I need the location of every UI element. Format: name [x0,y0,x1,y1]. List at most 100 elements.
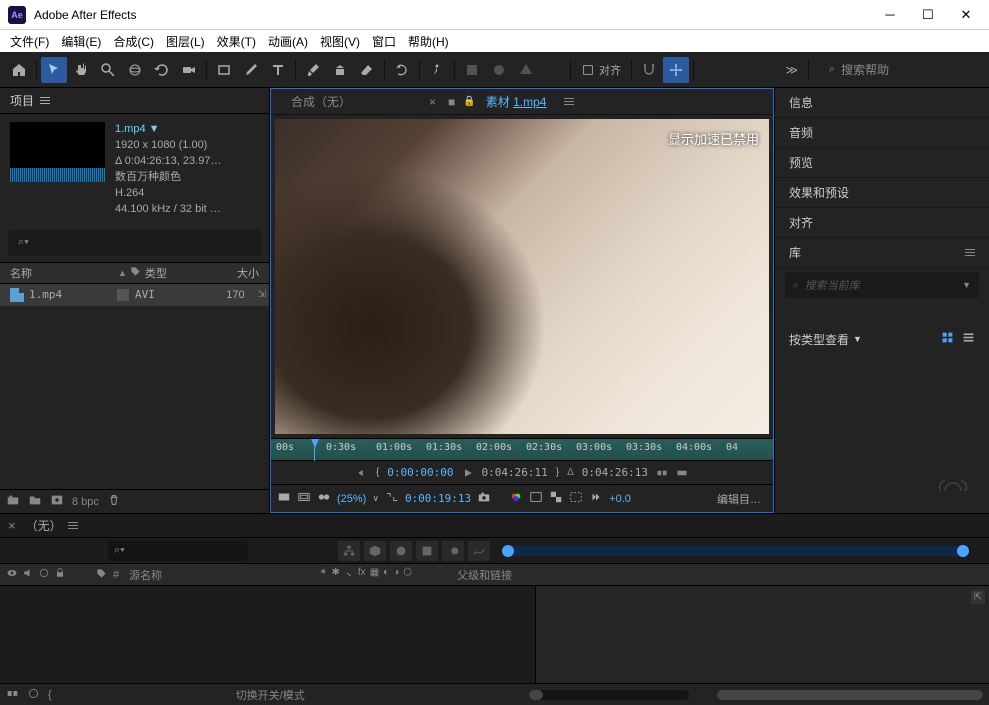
tab-close-icon[interactable]: × [429,95,436,109]
in-point-time[interactable]: 0:00:00:00 [387,466,453,479]
delete-icon[interactable] [107,493,121,510]
in-point-handle-icon[interactable]: { [376,467,379,478]
footage-thumbnail[interactable] [10,122,105,182]
edit-target-label[interactable]: 编辑目… [717,491,761,507]
text-tool-icon[interactable] [265,57,291,83]
panel-effects[interactable]: 效果和预设 [775,178,989,208]
project-search-input[interactable]: ⌕▾ [8,230,261,256]
lock-header-icon[interactable] [54,567,66,582]
grid-view-icon[interactable] [941,331,954,347]
zoom-level[interactable]: (25%) [337,493,366,505]
panel-menu-icon[interactable] [40,97,50,104]
overlay-edit-icon[interactable] [676,467,688,479]
rectangle-tool-icon[interactable] [211,57,237,83]
toolbar-expand-icon[interactable]: ≫ [785,63,798,77]
column-type[interactable]: 类型 [145,265,215,281]
dropdown-icon[interactable]: ▼ [962,280,971,290]
source-name-header[interactable]: 源名称 [125,567,319,583]
project-item-row[interactable]: 1.mp4 AVI 170 ⇲ [0,284,269,306]
timeline-search-input[interactable]: ⌕▾ [108,541,248,561]
graph-editor-icon[interactable] [468,541,490,561]
list-view-icon[interactable] [962,331,975,347]
audio-header-icon[interactable] [22,567,34,582]
parent-link-header[interactable]: 父级和链接 [457,567,572,583]
search-help-input[interactable]: ⌕ 搜索帮助 [823,58,983,81]
align-toggle[interactable]: 对齐 [575,62,627,78]
in-point-icon[interactable] [356,467,368,479]
flowchart-icon[interactable]: ⇲ [258,289,266,300]
panel-info[interactable]: 信息 [775,88,989,118]
roto-tool-icon[interactable] [389,57,415,83]
snap-icon[interactable] [636,57,662,83]
panel-align[interactable]: 对齐 [775,208,989,238]
panel-library[interactable]: 库 [775,238,989,268]
toggle-switches-icon[interactable] [6,687,19,703]
motion-blur-icon[interactable] [442,541,464,561]
menu-view[interactable]: 视图(V) [314,31,366,52]
frame-blend-icon[interactable] [416,541,438,561]
menu-animation[interactable]: 动画(A) [262,31,314,52]
layer-list-area[interactable] [0,586,535,683]
pen-tool-icon[interactable] [238,57,264,83]
column-label-icon[interactable] [127,266,145,280]
3d-glasses-icon[interactable] [317,490,331,507]
menu-file[interactable]: 文件(F) [4,31,55,52]
color-depth-toggle[interactable]: 8 bpc [72,496,99,508]
menu-edit[interactable]: 编辑(E) [55,31,107,52]
navigator-start-handle[interactable] [502,545,514,557]
timeline-menu-icon[interactable] [68,522,78,529]
new-folder-icon[interactable] [28,493,42,510]
zoom-slider[interactable] [529,690,689,700]
toggle-mask-icon[interactable] [297,490,311,507]
comp-flowchart-icon[interactable] [338,541,360,561]
library-menu-icon[interactable] [965,249,975,256]
shy-icon[interactable] [390,541,412,561]
current-time[interactable]: 0:00:19:13 [405,492,471,505]
resolution-icon[interactable] [385,490,399,507]
out-point-time[interactable]: 0:04:26:11 [482,466,548,479]
minimize-button[interactable]: ─ [883,7,897,23]
collapse-icon[interactable]: ⇱ [971,590,985,604]
orbit-tool-icon[interactable] [122,57,148,83]
close-button[interactable]: ✕ [959,7,973,23]
tab-composition[interactable]: 合成（无） [283,89,359,114]
lock-icon[interactable]: 🔒 [463,96,475,107]
label-header-icon[interactable] [96,568,107,582]
snapshot-icon[interactable] [477,490,491,507]
brush-tool-icon[interactable] [300,57,326,83]
library-search-input[interactable]: ⌕ 搜索当前库 ▼ [785,272,979,298]
row-label-color[interactable] [117,289,129,301]
home-icon[interactable] [6,57,32,83]
toggle-transfer-icon[interactable] [27,687,40,703]
toggle-alpha-icon[interactable] [277,490,291,507]
preview-area[interactable]: 显示加速已禁用 [271,115,773,438]
toggle-inout-icon[interactable]: { [48,689,52,701]
interpret-footage-icon[interactable] [6,493,20,510]
snapping-enabled-icon[interactable] [663,57,689,83]
menu-layer[interactable]: 图层(L) [160,31,211,52]
zoom-tool-icon[interactable] [95,57,121,83]
eraser-tool-icon[interactable] [354,57,380,83]
menu-window[interactable]: 窗口 [366,31,402,52]
selection-tool-icon[interactable] [41,57,67,83]
play-icon[interactable] [462,467,474,479]
solo-header-icon[interactable] [38,567,50,582]
zoom-dropdown-icon[interactable]: ∨ [372,493,379,504]
grid-guides-icon[interactable] [529,490,543,507]
library-view-by[interactable]: 按类型查看▼ [775,324,989,354]
horizontal-scrollbar[interactable] [717,690,983,700]
time-ruler[interactable]: 00s 0:30s 01:00s 01:30s 02:00s 02:30s 03… [271,438,773,460]
clone-stamp-tool-icon[interactable] [327,57,353,83]
tab-footage[interactable]: 素材 1.mp4 [484,89,549,114]
rotate-tool-icon[interactable] [149,57,175,83]
menu-effect[interactable]: 效果(T) [211,31,262,52]
timeline-tracks-area[interactable]: ⇱ [535,586,989,683]
new-comp-icon[interactable] [50,493,64,510]
visibility-header-icon[interactable] [6,567,18,582]
draft3d-icon[interactable] [364,541,386,561]
exposure-value[interactable]: +0.0 [609,493,631,505]
out-point-handle-icon[interactable]: } [556,467,559,478]
panel-audio[interactable]: 音频 [775,118,989,148]
transparency-grid-icon[interactable] [549,490,563,507]
toggle-modes-button[interactable]: 切换开关/模式 [230,687,311,703]
